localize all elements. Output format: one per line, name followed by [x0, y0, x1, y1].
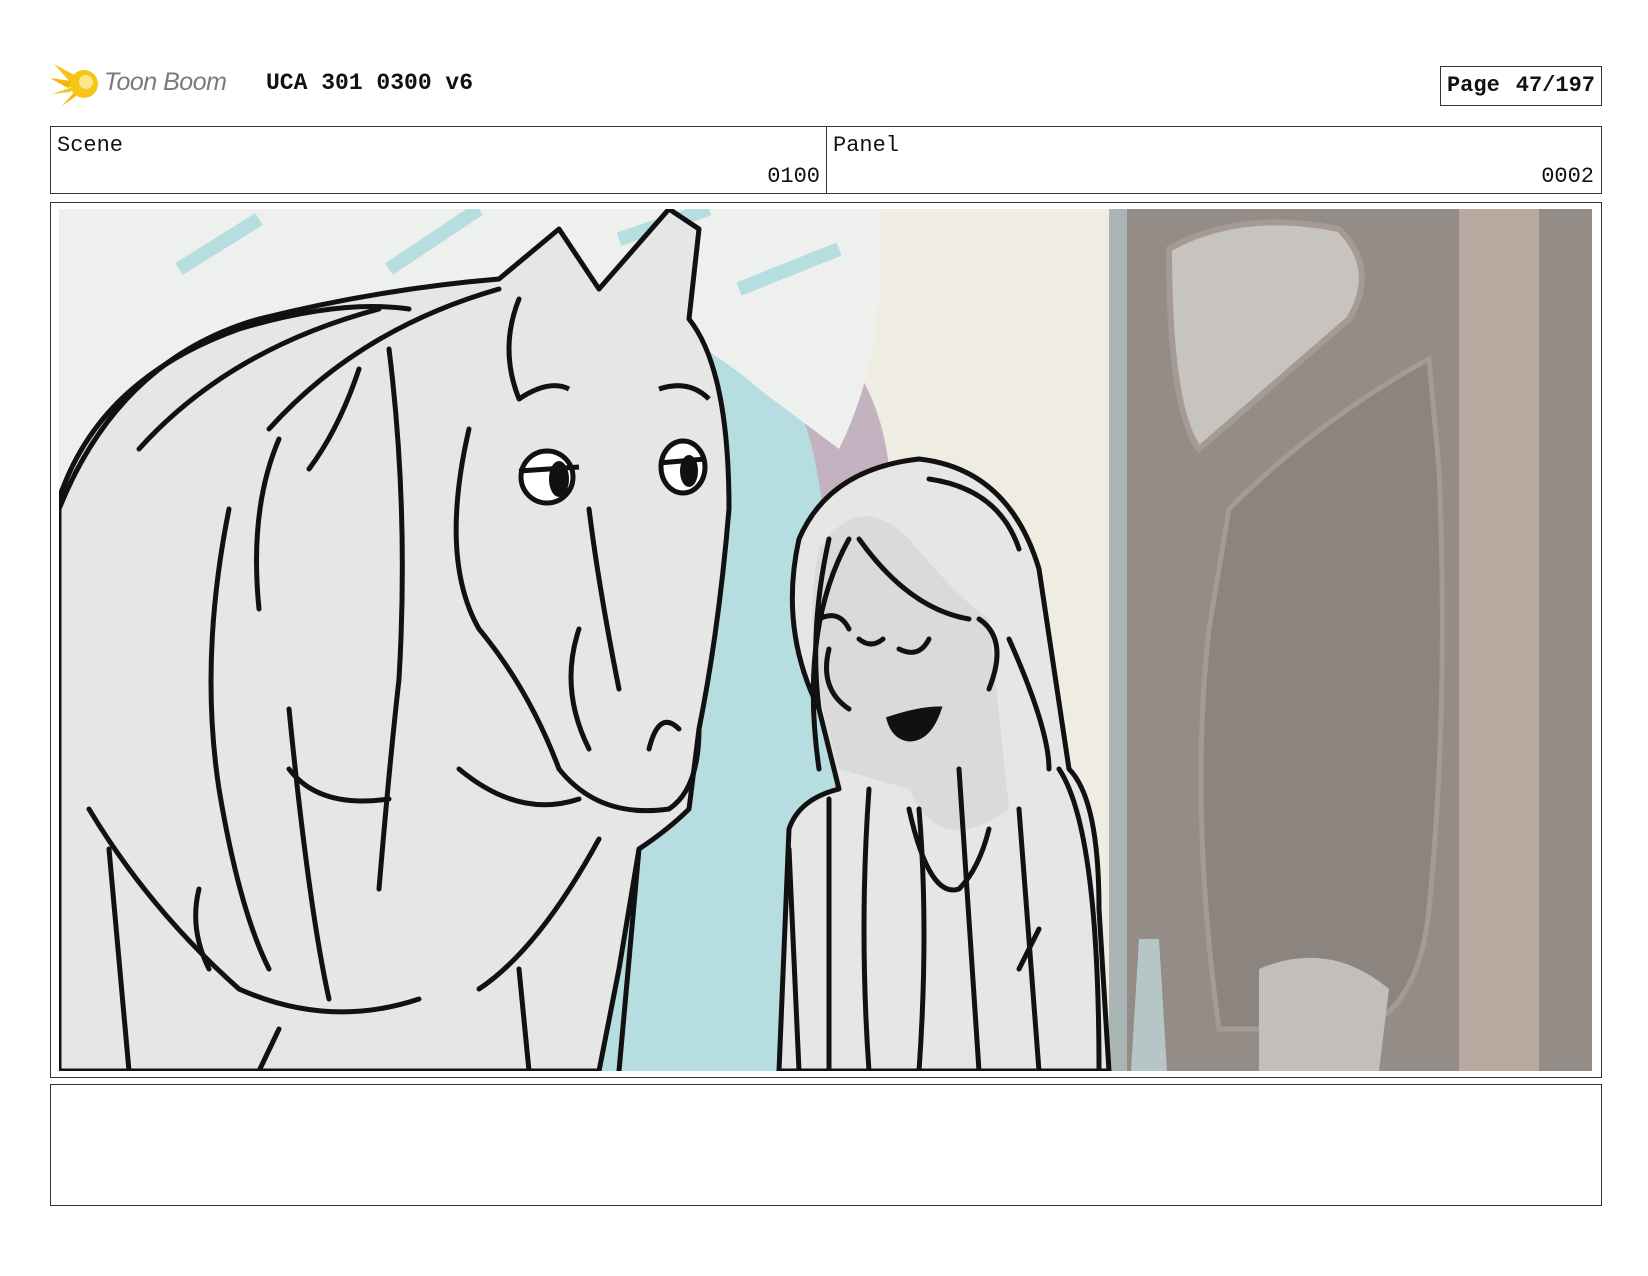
storyboard-frame [50, 202, 1602, 1078]
sketch-illustration [59, 209, 1592, 1071]
document-title: UCA 301 0300 v6 [266, 70, 474, 96]
page-indicator: Page 47/197 [1439, 66, 1602, 106]
scene-label: Scene [57, 133, 124, 158]
scene-panel-info: Scene 0100 Panel 0002 [50, 126, 1602, 194]
starburst-icon [50, 64, 98, 106]
toon-boom-logo: Toon Boom [50, 60, 250, 108]
storyboard-artwork [59, 209, 1592, 1071]
panel-notes [50, 1084, 1602, 1206]
page-label: Page [1446, 73, 1500, 98]
panel-label: Panel [833, 133, 900, 158]
scene-cell: Scene 0100 [51, 127, 827, 193]
page-number: 47/197 [1515, 73, 1595, 98]
scene-value: 0100 [767, 164, 820, 189]
logo-wordmark: Toon Boom [104, 68, 227, 96]
panel-cell: Panel 0002 [827, 127, 1600, 193]
page-header: Toon Boom UCA 301 0300 v6 Page 47/197 [50, 58, 1602, 110]
panel-value: 0002 [1541, 164, 1594, 189]
